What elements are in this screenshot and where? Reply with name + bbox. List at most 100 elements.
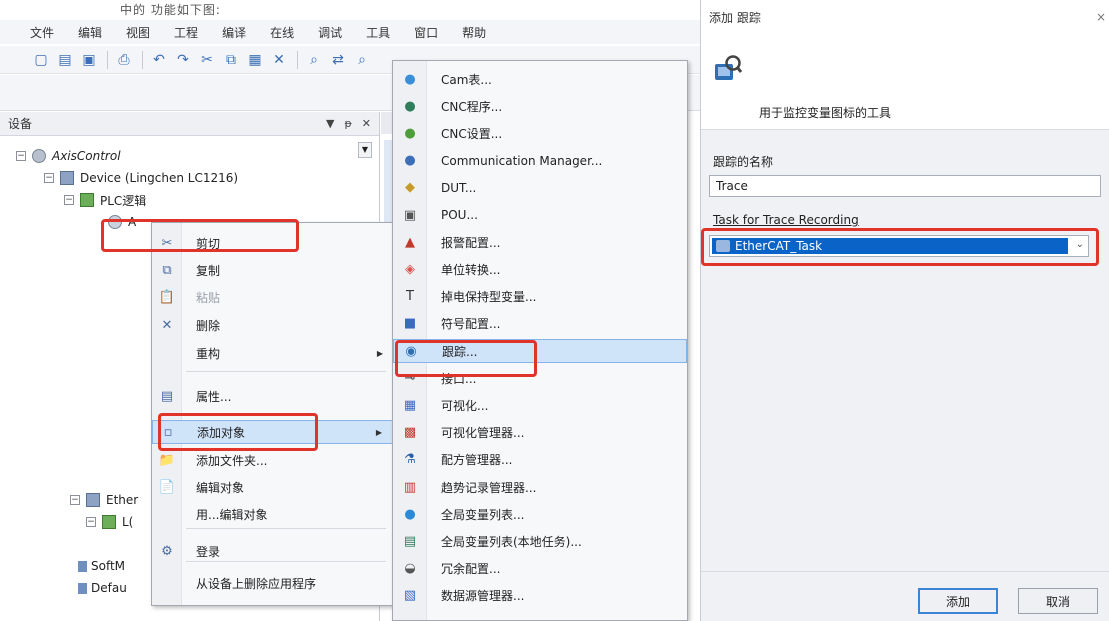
menu-item-icon: ⧉	[162, 262, 172, 278]
redo-icon[interactable]: ↷	[172, 50, 194, 70]
panel-close-icon[interactable]: ✕	[362, 117, 371, 130]
submenu-item[interactable]: ◉ 跟踪...	[393, 339, 687, 363]
chevron-down-icon[interactable]: ⌄	[1076, 239, 1084, 250]
menu-item[interactable]: 帮助	[462, 24, 486, 41]
task-select[interactable]: EtherCAT_Task ⌄	[709, 235, 1089, 257]
tree-node-label: SoftM	[91, 559, 126, 573]
context-menu-item[interactable]: ▫ 添加对象 ▶	[152, 420, 393, 444]
tree-expander-icon[interactable]: −	[44, 173, 54, 183]
tree-expander-icon[interactable]: −	[70, 495, 80, 505]
context-menu-item-label: 编辑对象	[196, 480, 245, 495]
submenu-item-label: 全局变量列表(本地任务)...	[441, 534, 582, 549]
submenu-item[interactable]: ▧ 数据源管理器...	[393, 584, 687, 608]
menu-item[interactable]: 窗口	[414, 24, 438, 41]
submenu-item-label: 报警配置...	[441, 235, 501, 250]
menu-separator	[186, 561, 386, 562]
submenu-item[interactable]: ▣ POU...	[393, 203, 687, 227]
menu-item[interactable]: 在线	[270, 24, 294, 41]
context-menu-item[interactable]: 📁 添加文件夹...	[152, 448, 393, 472]
context-menu-item[interactable]: ✕ 删除	[152, 313, 393, 337]
tree-node[interactable]: SoftM	[78, 556, 125, 576]
submenu-item-label: 可视化管理器...	[441, 426, 525, 441]
menu-item[interactable]: 调试	[318, 24, 342, 41]
find-next-icon[interactable]: ⌕	[351, 50, 373, 70]
mini-icon	[78, 560, 87, 572]
tree-expander-icon[interactable]: −	[64, 195, 74, 205]
context-menu-item[interactable]: 从设备上删除应用程序	[152, 571, 393, 595]
panel-dropdown-icon[interactable]: ▼	[326, 117, 334, 130]
context-menu-item[interactable]: 📋 粘贴	[152, 285, 393, 309]
dialog-close-icon[interactable]: ×	[1096, 10, 1106, 24]
submenu-item[interactable]: ▥ 趋势记录管理器...	[393, 475, 687, 499]
undo-icon[interactable]: ↶	[148, 50, 170, 70]
context-menu-item[interactable]: 重构 ▶	[152, 341, 393, 365]
submenu-item[interactable]: ◒ 冗余配置...	[393, 557, 687, 581]
open-folder-icon[interactable]: ▤	[54, 50, 76, 70]
submenu-item[interactable]: ▩ 可视化管理器...	[393, 421, 687, 445]
submenu-item[interactable]: ● CNC程序...	[393, 94, 687, 118]
axis-icon	[32, 149, 46, 163]
menu-item-icon: ▫	[163, 424, 173, 440]
submenu-item[interactable]: ● Communication Manager...	[393, 149, 687, 173]
submenu-item-icon: ◈	[405, 261, 415, 277]
submenu-arrow-icon: ▶	[376, 348, 383, 358]
add-button[interactable]: 添加	[918, 588, 998, 614]
context-menu-item[interactable]: ⧉ 复制	[152, 258, 393, 282]
submenu-item-label: Cam表...	[441, 72, 492, 87]
menu-item[interactable]: 文件	[30, 24, 54, 41]
context-menu-item-label: 添加文件夹...	[196, 453, 268, 468]
submenu-item[interactable]: ▲ 报警配置...	[393, 230, 687, 254]
task-for-trace-label: Task for Trace Recording	[713, 213, 859, 227]
menu-item[interactable]: 工程	[174, 24, 198, 41]
copy-icon[interactable]: ⧉	[220, 50, 242, 70]
submenu-item[interactable]: ▦ 可视化...	[393, 393, 687, 417]
submenu-item[interactable]: T 掉电保持型变量...	[393, 285, 687, 309]
paste-icon[interactable]: ▦	[244, 50, 266, 70]
tree-node-label: L(	[122, 515, 134, 529]
submenu-item[interactable]: ⊸ 接口...	[393, 366, 687, 390]
delete-icon[interactable]: ✕	[268, 50, 290, 70]
context-menu-item[interactable]: 用...编辑对象	[152, 502, 393, 526]
tree-node[interactable]: Defau	[78, 578, 127, 598]
trace-name-input[interactable]	[709, 175, 1101, 197]
find-icon[interactable]: ⌕	[303, 50, 325, 70]
tree-scroll-down-icon[interactable]: ▼	[358, 142, 372, 158]
submenu-item[interactable]: ▤ 全局变量列表(本地任务)...	[393, 529, 687, 553]
menu-bar: 文件 编辑 视图 工程 编译 在线 调试 工具 窗口 帮助	[0, 20, 700, 44]
submenu-item[interactable]: ■ 符号配置...	[393, 312, 687, 336]
menu-item[interactable]: 视图	[126, 24, 150, 41]
tree-node[interactable]: − PLC逻辑	[64, 190, 146, 210]
submenu-item[interactable]: ● 全局变量列表...	[393, 502, 687, 526]
replace-icon[interactable]: ⇄	[327, 50, 349, 70]
tree-node[interactable]: − AxisControl	[16, 146, 121, 166]
submenu-item[interactable]: ◆ DUT...	[393, 176, 687, 200]
print-icon[interactable]: ⎙	[113, 50, 135, 70]
cut-icon[interactable]: ✂	[196, 50, 218, 70]
context-menu-item[interactable]: 📄 编辑对象	[152, 475, 393, 499]
tree-node[interactable]: − L(	[86, 512, 133, 532]
menu-item[interactable]: 编译	[222, 24, 246, 41]
save-icon[interactable]: ▣	[78, 50, 100, 70]
menu-item[interactable]: 编辑	[78, 24, 102, 41]
context-menu-item-label: 从设备上删除应用程序	[196, 576, 317, 591]
submenu-item-label: POU...	[441, 208, 478, 222]
panel-pin-icon[interactable]: ᵽ	[344, 117, 351, 130]
tree-expander-icon[interactable]: −	[86, 517, 96, 527]
context-menu-item-label: 用...编辑对象	[196, 507, 268, 522]
tree-expander-icon[interactable]: −	[16, 151, 26, 161]
submenu-item-label: DUT...	[441, 180, 477, 195]
menu-item-icon: ✂	[161, 235, 173, 251]
cancel-button[interactable]: 取消	[1018, 588, 1098, 614]
context-menu-item[interactable]: ✂ 剪切	[152, 231, 393, 255]
context-menu-item[interactable]: ▤ 属性...	[152, 384, 393, 408]
tree-node[interactable]: − Device (Lingchen LC1216)	[44, 168, 238, 188]
submenu-item[interactable]: ◈ 单位转换...	[393, 257, 687, 281]
tree-node[interactable]: A	[108, 212, 136, 232]
context-menu-item[interactable]: ⚙ 登录	[152, 539, 393, 563]
tree-node[interactable]: − Ether	[70, 490, 138, 510]
submenu-item[interactable]: ● Cam表...	[393, 67, 687, 91]
new-file-icon[interactable]: ▢	[30, 50, 52, 70]
menu-item[interactable]: 工具	[366, 24, 390, 41]
submenu-item[interactable]: ● CNC设置...	[393, 121, 687, 145]
submenu-item[interactable]: ⚗ 配方管理器...	[393, 448, 687, 472]
